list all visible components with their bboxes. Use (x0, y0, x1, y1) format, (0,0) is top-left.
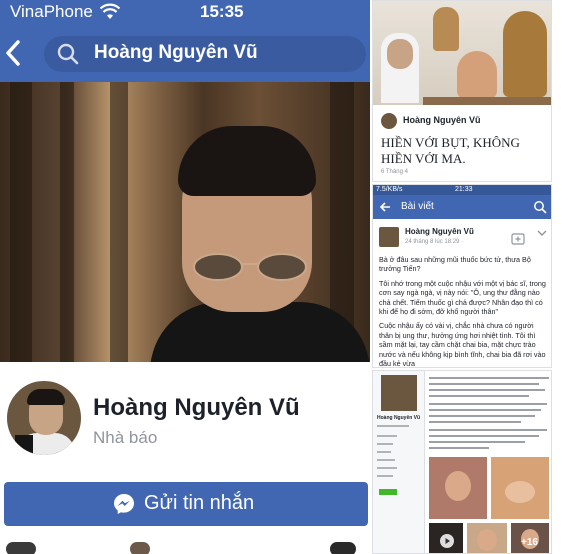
post-timestamp: 24 tháng 8 lúc 18:29 · (405, 239, 464, 245)
profile-avatar[interactable] (4, 378, 84, 458)
search-icon (57, 43, 79, 65)
page-sidebar-thumbnail: Hoàng Nguyên Vũ (373, 371, 425, 553)
collage-author-name: Hoàng Nguyên Vũ (377, 415, 421, 421)
sunglasses-shape (193, 253, 307, 281)
status-bar: VinaPhone 15:35 (0, 0, 370, 24)
clock-small: 21:33 (455, 186, 473, 193)
screenshot-collage: VinaPhone 15:35 Hoàng Nguyên Vũ Hoàng Ng… (0, 0, 561, 554)
shared-post-card[interactable]: Hoàng Nguyên Vũ HIỀN VỚI BỤT, KHÔNG HIỀN… (372, 0, 552, 182)
post-date: 6 Tháng 4 (381, 169, 408, 175)
chevron-down-icon[interactable] (537, 229, 547, 237)
photo-thumbnail[interactable] (467, 523, 507, 553)
post-paragraph: Bà ở đâu sau những mũi thuốc bức tử, thư… (379, 255, 531, 274)
post-nav-title: Bài viết (401, 201, 434, 212)
post-author-avatar[interactable] (381, 113, 397, 129)
post-paragraph: Tôi nhớ trong một cuộc nhậu với một vị b… (379, 278, 546, 317)
post-title: HIỀN VỚI BỤT, KHÔNG HIỀN VỚI MA. (381, 135, 520, 166)
search-query: Hoàng Nguyên Vũ (94, 42, 258, 63)
search-input[interactable]: Hoàng Nguyên Vũ (44, 36, 366, 72)
network-speed: 7.5/KB/s (376, 186, 403, 193)
post-author-name[interactable]: Hoàng Nguyên Vũ (403, 115, 481, 125)
carrier-label: VinaPhone (10, 2, 93, 21)
search-icon[interactable] (533, 200, 547, 214)
facebook-profile-screen: VinaPhone 15:35 Hoàng Nguyên Vũ Hoàng Ng… (0, 0, 370, 554)
post-paragraph: Cuộc nhậu ấy có vài vị, chắc nhà chưa có… (379, 321, 546, 368)
play-icon[interactable] (439, 533, 455, 549)
post-nav-bar: Bài viết (373, 195, 551, 219)
profile-role: Nhà báo (93, 428, 158, 447)
post-image (373, 1, 551, 105)
back-arrow-icon[interactable] (4, 40, 22, 66)
post-view-screen: 7.5/KB/s 21:33 Bài viết Hoàng Nguyên Vũ … (372, 184, 552, 368)
wifi-icon (100, 3, 120, 19)
add-to-collection-icon[interactable] (511, 231, 525, 245)
author-name[interactable]: Hoàng Nguyên Vũ (405, 227, 474, 236)
clock: 15:35 (200, 2, 244, 21)
post-body: Bà ở đâu sau những mũi thuốc bức tử, thư… (379, 255, 549, 368)
post-thumbnail-collage: Hoàng Nguyên Vũ +16 (372, 370, 552, 554)
photo-thumbnail[interactable] (491, 457, 549, 519)
friends-strip (0, 534, 370, 554)
back-arrow-icon[interactable] (379, 201, 391, 213)
send-message-button[interactable]: Gửi tin nhắn (4, 482, 368, 526)
messenger-icon (114, 494, 134, 514)
more-photos-count[interactable]: +16 (521, 537, 538, 548)
profile-name: Hoàng Nguyên Vũ (93, 394, 300, 421)
photo-thumbnail[interactable] (429, 457, 487, 519)
send-message-label: Gửi tin nhắn (144, 492, 255, 514)
author-avatar[interactable] (379, 227, 399, 247)
status-bar-small: 7.5/KB/s 21:33 (373, 185, 551, 195)
cover-photo[interactable] (0, 82, 370, 362)
top-nav-bar: Hoàng Nguyên Vũ (0, 24, 370, 82)
